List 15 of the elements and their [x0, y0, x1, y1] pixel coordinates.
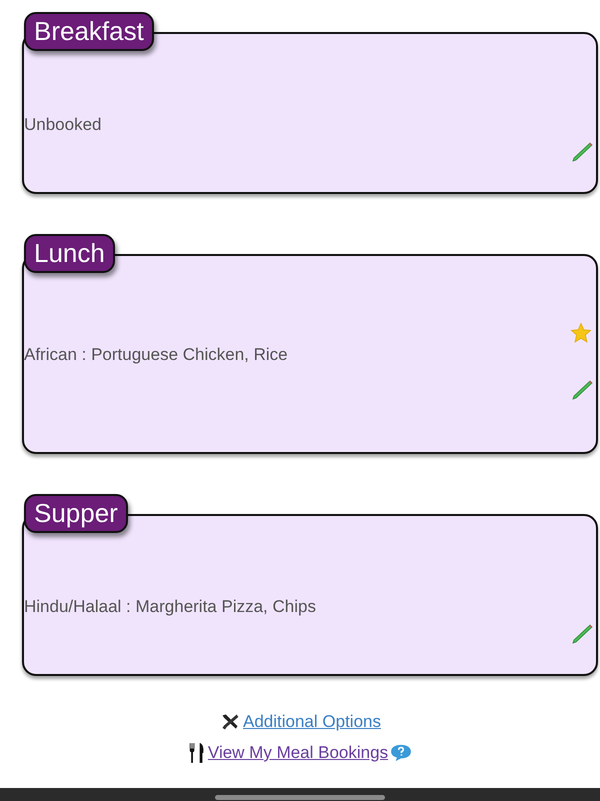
help-icon[interactable] [390, 744, 412, 762]
pencil-icon[interactable] [570, 378, 594, 402]
meal-description: Unbooked [24, 114, 103, 136]
meal-description: African : Portuguese Chicken, Rice [24, 344, 289, 366]
meal-title: Supper [24, 494, 128, 533]
link[interactable]: Additional Options [243, 712, 381, 732]
meal-description: Hindu/Halaal : Margherita Pizza, Chips [24, 596, 317, 618]
meal-title: Lunch [24, 234, 115, 273]
home-handle[interactable] [215, 795, 385, 800]
pencil-icon[interactable] [570, 622, 594, 646]
star-icon[interactable] [570, 322, 592, 344]
meal-title: Breakfast [24, 12, 154, 51]
cutlery-icon [188, 742, 206, 764]
pencil-icon[interactable] [570, 140, 594, 164]
link[interactable]: View My Meal Bookings [208, 743, 388, 763]
